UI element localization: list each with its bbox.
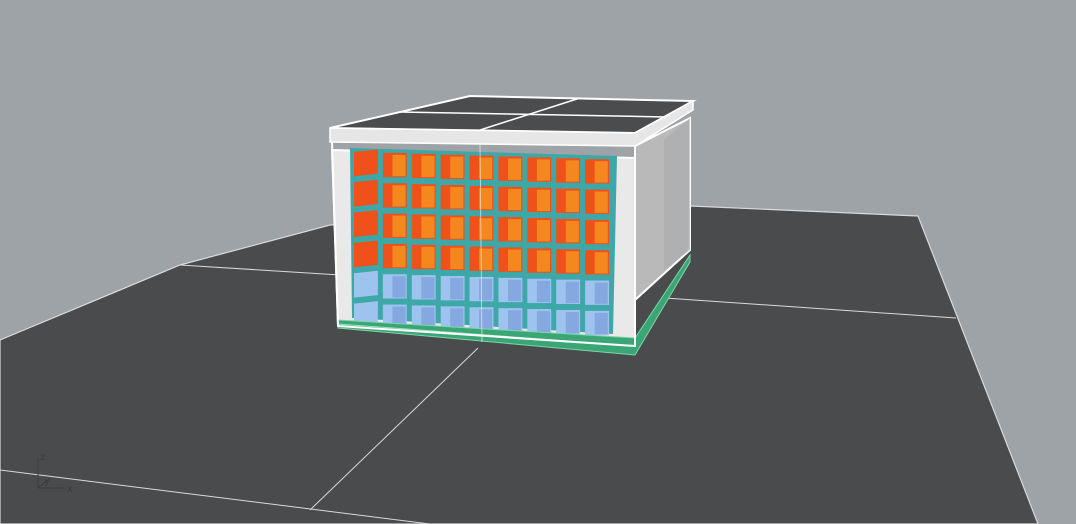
facade-tile-shade	[536, 280, 551, 303]
facade-tile-shade	[565, 190, 579, 212]
facade-tile-shade	[508, 249, 522, 271]
facade-tile-shade	[421, 216, 435, 238]
facade-tile-shade	[450, 278, 464, 300]
facade-tile-shade	[392, 154, 406, 177]
facade-tile-shade	[536, 189, 551, 212]
facade-tile-shade	[450, 187, 464, 209]
facade-tile-shade	[508, 188, 522, 211]
facade-tile-shade	[392, 245, 406, 268]
facade-tile-shade	[565, 311, 579, 334]
facade-tile-shade	[508, 219, 522, 241]
facade-tile-shade	[594, 221, 608, 244]
facade-tile-shade	[450, 156, 464, 179]
facade-tile-shade	[450, 247, 464, 270]
axis-y-label: y	[44, 476, 50, 487]
3d-viewport[interactable]: x y z	[0, 0, 1076, 524]
axis-z-label: z	[40, 452, 45, 463]
facade-tile-shade	[594, 282, 608, 304]
facade-tile-shade	[565, 220, 579, 243]
facade-tile-shade	[536, 250, 551, 272]
facade-tile-shade	[594, 191, 608, 213]
facade-tile-shade	[565, 251, 579, 273]
facade-tile-shade	[508, 279, 522, 302]
facade-tile-shade	[421, 277, 435, 299]
facade-tile-shade	[421, 246, 435, 269]
facade-tile-shade	[536, 220, 551, 242]
facade-tile-shade	[594, 161, 608, 183]
facade-tile-shade	[392, 276, 406, 298]
facade-tile-shade	[421, 186, 435, 208]
facade-tile-shade	[508, 310, 522, 332]
facade-tile-shade	[421, 155, 435, 178]
axis-x-label: x	[67, 484, 73, 495]
facade-tile-shade	[594, 252, 608, 274]
facade-tile-shade	[536, 311, 551, 333]
side-wall-shade	[664, 118, 690, 270]
facade-tile-shade	[594, 312, 608, 335]
facade-tile-shade	[479, 309, 493, 331]
facade-tile-shade	[565, 160, 579, 182]
facade-tile-shade	[536, 159, 551, 181]
facade-tile-shade	[479, 187, 493, 210]
facade-tile-shade	[565, 281, 579, 303]
facade-tile-shade	[450, 217, 464, 239]
facade-tile-shade	[479, 157, 493, 179]
viewport-canvas[interactable]: x y z	[0, 0, 1076, 524]
facade-tile-shade	[508, 158, 522, 180]
facade-tile-shade	[392, 185, 406, 207]
facade-tile-shade	[392, 215, 406, 237]
